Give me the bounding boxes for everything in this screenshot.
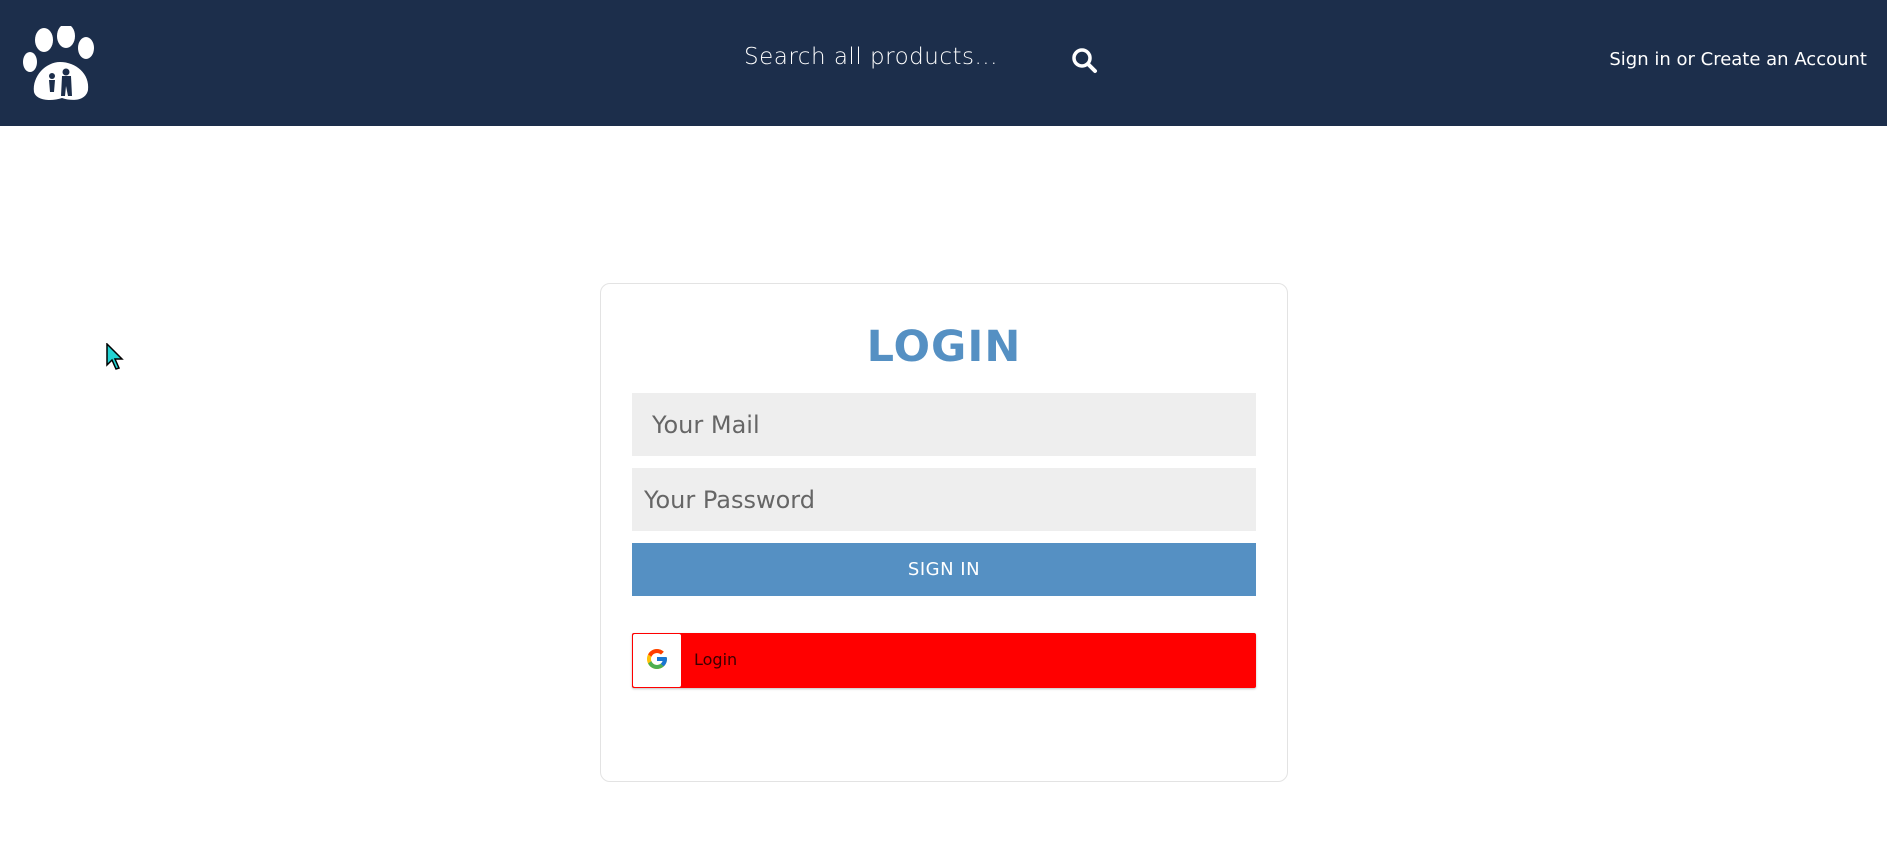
sign-in-button[interactable]: SIGN IN xyxy=(632,543,1256,596)
mouse-cursor-icon xyxy=(106,342,126,371)
google-login-button[interactable]: Login xyxy=(632,633,1256,688)
login-title: LOGIN xyxy=(866,322,1022,372)
password-field[interactable] xyxy=(632,468,1256,531)
site-header: Search all products... Sign in or Create… xyxy=(0,0,1887,126)
paw-logo-icon[interactable] xyxy=(22,24,100,102)
google-login-label: Login xyxy=(694,650,738,669)
google-icon-container xyxy=(633,634,681,687)
email-field[interactable] xyxy=(632,393,1256,456)
login-card: LOGIN SIGN IN Login xyxy=(600,283,1288,782)
search-input[interactable]: Search all products... xyxy=(744,44,998,70)
account-link[interactable]: Sign in or Create an Account xyxy=(1609,49,1867,70)
search-icon[interactable] xyxy=(1070,46,1100,76)
google-g-icon xyxy=(645,647,669,675)
